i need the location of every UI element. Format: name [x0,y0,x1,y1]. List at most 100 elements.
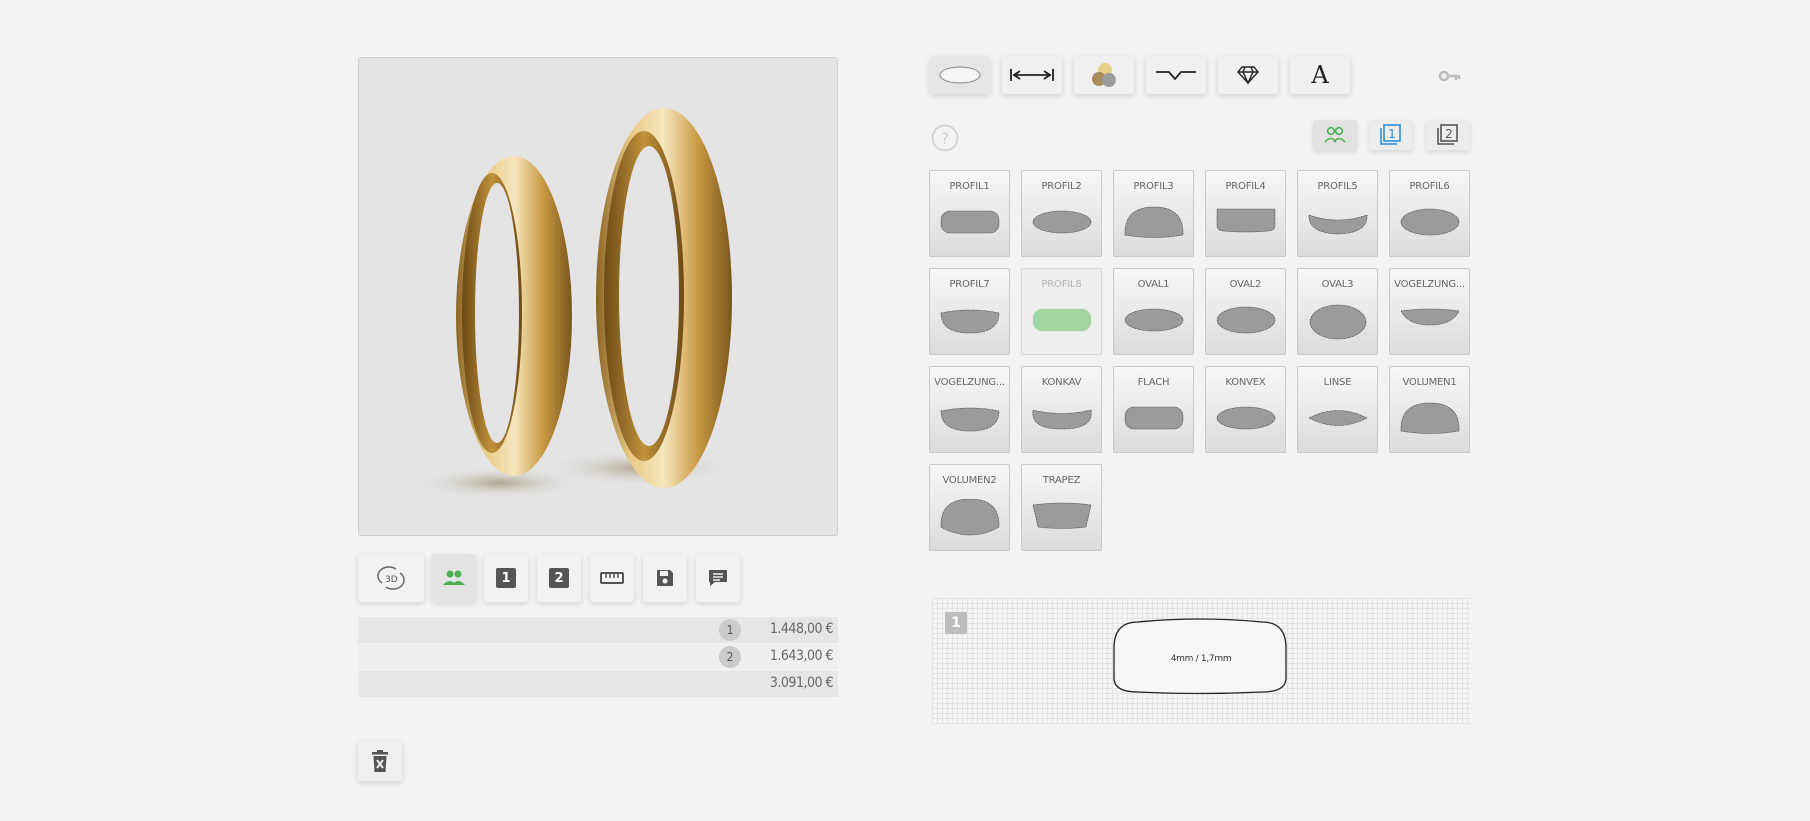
profile-card[interactable]: KONKAV [1021,366,1102,453]
profile-shape-icon [940,309,1000,334]
profile-label: PROFIL4 [1225,181,1266,192]
save-button[interactable] [643,554,687,602]
floppy-disk-icon [657,570,673,586]
profile-card[interactable]: FLACH [1113,366,1194,453]
ring-number-badge: 2 [719,646,741,668]
view-3d-button[interactable]: 3D [358,554,424,602]
svg-text:1: 1 [1388,127,1396,141]
trash-icon [372,750,388,772]
profile-label: OVAL3 [1321,279,1354,290]
couple-outline-icon [1324,126,1346,143]
profile-card[interactable]: LINSE [1297,366,1378,453]
profile-card[interactable]: OVAL3 [1297,268,1378,355]
width-tab[interactable] [1002,56,1062,94]
profile-card[interactable]: VOLUMEN2 [929,464,1010,551]
profile-label: PROFIL6 [1409,181,1450,192]
wedding-rings-image [414,108,734,499]
profile-shape-icon [1032,210,1092,234]
profile-label: VOGELZUNG... [934,377,1005,388]
ruler-icon [600,572,624,584]
svg-text:3D: 3D [385,575,398,585]
profile-label: PROFIL7 [949,279,990,290]
profile-card[interactable]: PROFIL5 [1297,170,1378,257]
comment-button[interactable] [696,554,740,602]
profile-shape-icon [1308,410,1368,426]
profile-card[interactable]: PROFIL6 [1389,170,1470,257]
rotate-3d-icon: 3D [377,566,405,590]
profile-label: KONVEX [1225,377,1266,388]
width-arrows-icon [1010,69,1054,81]
profile-card[interactable]: PROFIL8 [1021,268,1102,355]
profile-shape-icon [1032,502,1092,529]
profile-shape-icon [1124,206,1184,238]
profile-shape-icon [940,407,1000,432]
profile-shape-icon [1216,306,1276,334]
profile-card[interactable]: PROFIL1 [929,170,1010,257]
key-icon[interactable] [1438,68,1462,88]
wave-line-icon [1156,71,1196,81]
price-amount: 1.643,00 € [769,648,834,664]
both-rings-button[interactable] [432,554,476,602]
delete-button[interactable] [358,741,402,781]
profile-label: FLACH [1137,377,1170,388]
profile-card[interactable]: VOGELZUNG... [1389,268,1470,355]
profile-label: TRAPEZ [1042,475,1081,486]
profile-card[interactable]: PROFIL7 [929,268,1010,355]
profile-card[interactable]: PROFIL4 [1205,170,1286,257]
profile-card[interactable]: PROFIL2 [1021,170,1102,257]
profile-ellipse-icon [939,66,981,84]
profile-shape-icon [1032,409,1092,430]
profile-card[interactable]: KONVEX [1205,366,1286,453]
profile-shape-icon [1216,406,1276,430]
help-icon[interactable]: ? [931,124,959,156]
profile-label: VOGELZUNG... [1394,279,1465,290]
profile-card[interactable]: VOLUMEN1 [1389,366,1470,453]
diamond-icon [1237,66,1259,85]
ring-1-icon: 1 [1380,124,1401,145]
svg-text:?: ? [941,129,950,148]
profile-label: OVAL2 [1229,279,1262,290]
size-button[interactable] [590,554,634,602]
profile-label: PROFIL2 [1041,181,1082,192]
price-amount: 1.448,00 € [769,621,834,637]
profile-shape-icon [1308,214,1368,235]
comment-icon [709,570,727,586]
profile-label: PROFIL5 [1317,181,1358,192]
select-both-rings-button[interactable] [1313,120,1357,150]
profile-card[interactable]: PROFIL3 [1113,170,1194,257]
ring-preview[interactable] [358,57,838,536]
ring-2-button[interactable]: 2 [537,554,581,602]
profile-tab[interactable] [930,56,990,94]
profile-label: LINSE [1323,377,1352,388]
profile-shape-icon [1400,308,1460,326]
profile-label: PROFIL8 [1041,279,1082,290]
price-row-ring-2: 2 1.643,00 € [358,644,838,670]
select-ring-1-button[interactable]: 1 [1369,120,1413,150]
engraving-tab[interactable]: A [1290,56,1350,94]
surface-tab[interactable] [1146,56,1206,94]
profile-card[interactable]: VOGELZUNG... [929,366,1010,453]
profile-label: VOLUMEN2 [942,475,997,486]
cross-section-preview: 1 4mm / 1,7mm [932,598,1470,724]
letter-a-icon: A [1311,61,1329,89]
price-row-total: 3.091,00 € [358,671,838,697]
profile-shape-icon [1400,402,1460,434]
stone-tab[interactable] [1218,56,1278,94]
select-ring-2-button[interactable]: 2 [1426,120,1470,150]
profile-label: KONKAV [1041,377,1082,388]
price-row-ring-1: 1 1.448,00 € [358,617,838,643]
ring-2-label: 2 [549,568,569,588]
profile-label: OVAL1 [1137,279,1170,290]
profile-shape-icon [1216,208,1276,233]
profile-shape-icon [940,210,1000,234]
profile-shape-icon [940,499,1000,536]
profile-card[interactable]: OVAL1 [1113,268,1194,355]
ring-1-button[interactable]: 1 [484,554,528,602]
profile-label: PROFIL3 [1133,181,1174,192]
ring-1-label: 1 [496,568,516,588]
color-tab[interactable] [1074,56,1134,94]
profile-card[interactable]: OVAL2 [1205,268,1286,355]
profile-label: VOLUMEN1 [1402,377,1457,388]
profile-card[interactable]: TRAPEZ [1021,464,1102,551]
total-amount: 3.091,00 € [769,675,834,691]
